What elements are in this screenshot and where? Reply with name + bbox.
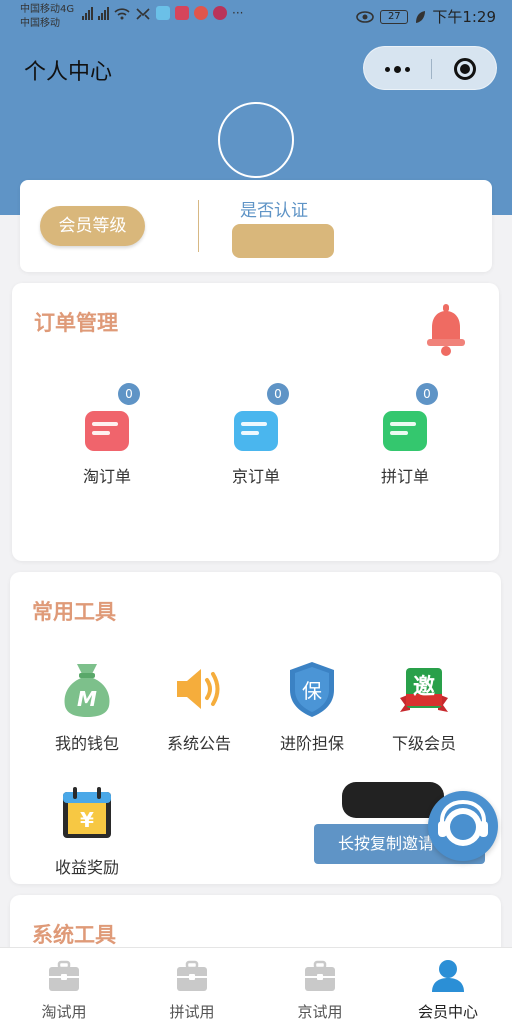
tab-member-center[interactable]: 会员中心 [384, 948, 512, 1024]
tab-label: 拼试用 [169, 1003, 215, 1021]
tool-guarantee[interactable]: 保 进阶担保 [257, 660, 367, 754]
tool-label: 我的钱包 [54, 734, 119, 753]
tool-earnings-reward[interactable]: ¥ 收益奖励 [32, 784, 142, 878]
avatar[interactable] [218, 102, 294, 178]
verification-status-redacted [232, 224, 334, 258]
headset-icon [438, 799, 488, 846]
svg-text:邀: 邀 [413, 675, 435, 700]
leaf-icon [416, 10, 426, 23]
invite-badge-icon: 邀 [400, 668, 448, 712]
svg-text:¥: ¥ [80, 808, 94, 832]
calendar-yen-icon: ¥ [63, 787, 111, 838]
section-title-tools: 常用工具 [32, 600, 116, 624]
order-item-label: 京订单 [231, 467, 280, 486]
order-count-badge: 0 [118, 383, 140, 405]
status-icons: ··· [82, 6, 243, 20]
order-management-section: 订单管理 0 淘订单 0 京订单 0 拼订单 [12, 283, 499, 561]
battery-icon: 27 [380, 9, 409, 24]
tool-announcement[interactable]: 系统公告 [144, 660, 254, 754]
carrier-2: 中国移动 [20, 18, 60, 29]
order-item-pinduoduo[interactable]: 0 拼订单 [355, 383, 455, 487]
more-menu-button[interactable] [364, 47, 430, 91]
tool-wallet[interactable]: M 我的钱包 [32, 660, 142, 754]
eye-icon [356, 10, 375, 23]
svg-text:保: 保 [302, 679, 322, 703]
capsule-divider [431, 59, 432, 79]
order-list-icon [234, 411, 278, 451]
briefcase-icon [305, 960, 335, 991]
close-mini-program-button[interactable] [454, 58, 476, 80]
order-item-label: 淘订单 [82, 467, 131, 486]
tab-label: 淘试用 [41, 1003, 87, 1021]
tab-label: 京试用 [297, 1003, 343, 1021]
page-title: 个人中心 [24, 60, 113, 85]
order-list-icon [383, 411, 427, 451]
order-count-badge: 0 [416, 383, 438, 405]
order-count-badge: 0 [267, 383, 289, 405]
app-icon-2 [175, 6, 189, 20]
app-icon-1 [156, 6, 170, 20]
signal-icon-2 [98, 6, 109, 20]
tool-subordinate-members[interactable]: 邀 下级会员 [369, 660, 479, 754]
briefcase-icon [49, 960, 79, 991]
tab-jd-trial[interactable]: 京试用 [256, 948, 384, 1024]
order-item-jd[interactable]: 0 京订单 [206, 383, 306, 487]
signal-icon [82, 6, 93, 20]
customer-service-button[interactable] [428, 791, 498, 861]
more-icon: ··· [232, 6, 244, 20]
order-list-icon [85, 411, 129, 451]
notification-icon [136, 8, 150, 20]
status-bar: 中国移动4G 中国移动 ··· 27 下午1:29 [0, 0, 512, 34]
wifi-icon [114, 8, 130, 20]
section-title-orders: 订单管理 [34, 311, 118, 335]
carrier-info: 中国移动4G 中国移动 [20, 3, 74, 31]
tab-label: 会员中心 [417, 1003, 478, 1021]
tab-taobao-trial[interactable]: 淘试用 [0, 948, 128, 1024]
bell-icon[interactable] [424, 301, 468, 357]
app-icon-4 [213, 6, 227, 20]
briefcase-icon [177, 960, 207, 991]
order-item-label: 拼订单 [380, 467, 429, 486]
tool-label: 进阶担保 [279, 734, 344, 753]
status-right: 27 下午1:29 [356, 6, 496, 27]
tab-pinduoduo-trial[interactable]: 拼试用 [128, 948, 256, 1024]
carrier-1: 中国移动4G [20, 4, 75, 15]
svg-text:M: M [77, 687, 97, 711]
speaker-icon [177, 669, 220, 709]
tab-bar: 淘试用 拼试用 京试用 会员中心 [0, 947, 512, 1024]
shield-icon: 保 [290, 662, 334, 717]
app-icon-3 [194, 6, 208, 20]
wallet-bag-icon: M [64, 664, 110, 717]
section-title-system: 系统工具 [32, 923, 116, 947]
status-time: 下午1:29 [432, 8, 496, 26]
tool-label: 收益奖励 [54, 858, 119, 877]
member-card: 会员等级 是否认证 [20, 180, 492, 272]
card-divider [198, 200, 199, 252]
user-icon [432, 960, 464, 992]
tool-label: 系统公告 [166, 734, 231, 753]
verification-label: 是否认证 [240, 201, 308, 221]
member-level-badge[interactable]: 会员等级 [40, 206, 145, 246]
order-item-taobao[interactable]: 0 淘订单 [57, 383, 157, 487]
tool-label: 下级会员 [391, 734, 456, 753]
mini-program-capsule [363, 46, 497, 90]
